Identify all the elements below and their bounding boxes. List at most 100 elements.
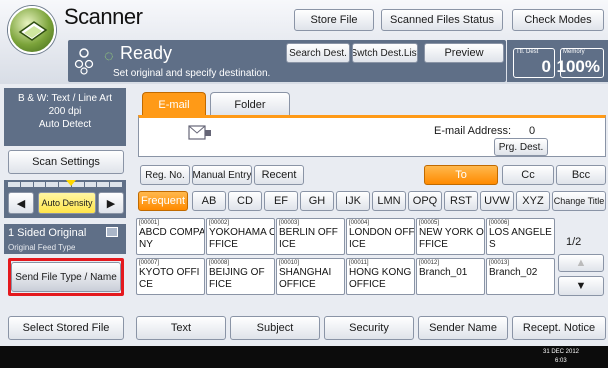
recent-button[interactable]: Recent (254, 165, 304, 185)
destination-name: LOS ANGELE (489, 227, 552, 238)
destination-name: LONDON OFF (349, 227, 415, 238)
to-button[interactable]: To (424, 165, 498, 185)
scan-mode-text: B & W: Text / Line Art (17, 93, 113, 104)
size-text: Auto Detect (38, 119, 92, 130)
destination-name-cont: S (489, 239, 496, 250)
original-type-panel[interactable]: 1 Sided Original Original Feed Type (4, 224, 126, 254)
index-tab-rst[interactable]: RST (444, 191, 478, 211)
index-tab-opq[interactable]: OPQ (408, 191, 442, 211)
destination-key[interactable]: [00004] LONDON OFF ICE (346, 218, 415, 255)
destination-key[interactable]: [00006] LOS ANGELE S (486, 218, 555, 255)
scan-settings-button[interactable]: Scan Settings (8, 150, 124, 174)
destination-name-cont: OFFICE (279, 279, 316, 290)
index-tab-cd[interactable]: CD (228, 191, 262, 211)
cc-button[interactable]: Cc (502, 165, 554, 185)
destination-name: BERLIN OFF (279, 227, 338, 238)
app-title: Scanner (64, 4, 143, 29)
index-tab-xyz[interactable]: XYZ (516, 191, 550, 211)
bottom-tab-subject[interactable]: Subject (230, 316, 320, 340)
email-address-count: 0 (529, 125, 536, 137)
scanned-files-status-button[interactable]: Scanned Files Status (381, 9, 503, 31)
memory-indicator: Memory 100% (556, 48, 604, 78)
email-icon (188, 125, 211, 140)
bottom-tab-sender-name[interactable]: Sender Name (418, 316, 508, 340)
destination-number: [00007] (139, 260, 160, 266)
ready-status: Ready (120, 43, 173, 63)
search-dest-button[interactable]: Search Dest. (286, 43, 350, 63)
program-dest-button[interactable]: Prg. Dest. (494, 138, 548, 156)
index-tab-ijk[interactable]: IJK (336, 191, 370, 211)
resolution-text: 200 dpi (48, 106, 82, 117)
sided-original-label: 1 Sided Original (8, 227, 87, 239)
bottom-tab-security[interactable]: Security (324, 316, 414, 340)
tab-folder[interactable]: Folder (210, 92, 290, 116)
system-footer (0, 346, 608, 368)
preview-button[interactable]: Preview (424, 43, 504, 63)
email-address-label: E-mail Address: (434, 125, 512, 137)
date-display: 31 DEC 2012 (543, 349, 580, 355)
tab-email[interactable]: E-mail (142, 92, 206, 116)
destination-key[interactable]: [00001] ABCD COMPA NY (136, 218, 205, 255)
ttl-dest-label: Ttl. Dest (516, 49, 539, 55)
destination-number: [00010] (279, 260, 300, 266)
bottom-tab-text[interactable]: Text (136, 316, 226, 340)
ready-indicator-icon: ◌ (104, 48, 114, 65)
index-tab-ab[interactable]: AB (192, 191, 226, 211)
destination-number: [00004] (349, 220, 370, 226)
auto-density-button[interactable]: Auto Density (38, 192, 96, 214)
destination-number: [00005] (419, 220, 440, 226)
destination-name-cont: ICE (349, 239, 366, 250)
page-icon (106, 227, 118, 237)
index-tab-frequent[interactable]: Frequent (138, 191, 188, 211)
destination-name-cont: FFICE (209, 239, 238, 250)
index-tab-ef[interactable]: EF (264, 191, 298, 211)
memory-value: 100% (556, 57, 600, 76)
destination-name: ABCD COMPA (139, 227, 205, 238)
arrow-up-icon: ▲ (575, 257, 587, 269)
destination-key[interactable]: [00010] SHANGHAI OFFICE (276, 258, 345, 295)
index-tab-lmn[interactable]: LMN (372, 191, 406, 211)
destination-name-cont: NY (139, 239, 153, 250)
destination-name: Branch_02 (489, 267, 538, 278)
switch-dest-list-button[interactable]: Swtch Dest.List (352, 43, 418, 63)
destination-name-cont: FICE (209, 279, 232, 290)
density-darker-button[interactable]: ▶ (98, 192, 124, 214)
bottom-tab-recept-notice[interactable]: Recept. Notice (512, 316, 606, 340)
destination-key[interactable]: [00002] YOKOHAMA O FFICE (206, 218, 275, 255)
page-down-button[interactable]: ▼ (558, 276, 604, 296)
select-stored-file-button[interactable]: Select Stored File (8, 316, 124, 340)
density-lighter-button[interactable]: ◀ (8, 192, 34, 214)
scanner-icon (8, 6, 56, 54)
destination-number: [00002] (209, 220, 230, 226)
destination-number: [00008] (209, 260, 230, 266)
store-file-button[interactable]: Store File (294, 9, 374, 31)
destination-key[interactable]: [00003] BERLIN OFF ICE (276, 218, 345, 255)
send-file-type-name-button[interactable]: Send File Type / Name (11, 262, 121, 292)
manual-entry-button[interactable]: Manual Entry (192, 165, 252, 185)
density-marker-icon (66, 180, 76, 186)
destination-name-cont: OFFICE (349, 279, 386, 290)
destination-name-cont: ICE (279, 239, 296, 250)
index-tab-uvw[interactable]: UVW (480, 191, 514, 211)
reg-no-button[interactable]: Reg. No. (140, 165, 190, 185)
destination-key[interactable]: [00012] Branch_01 (416, 258, 485, 295)
page-up-button[interactable]: ▲ (558, 254, 604, 272)
feed-type-label: Original Feed Type (8, 243, 76, 252)
destination-key[interactable]: [00008] BEIJING OF FICE (206, 258, 275, 295)
destination-key[interactable]: [00005] NEW YORK O FFICE (416, 218, 485, 255)
density-scale (8, 182, 123, 190)
destination-key[interactable]: [00007] KYOTO OFFI CE (136, 258, 205, 295)
destination-key[interactable]: [00013] Branch_02 (486, 258, 555, 295)
check-modes-button[interactable]: Check Modes (512, 9, 604, 31)
arrow-left-icon: ◀ (16, 197, 26, 210)
destination-number: [00012] (419, 260, 440, 266)
page-indicator: 1/2 (566, 236, 582, 248)
bcc-button[interactable]: Bcc (556, 165, 606, 185)
index-tab-gh[interactable]: GH (300, 191, 334, 211)
time-display: 6:03 (555, 358, 567, 364)
change-title-button[interactable]: Change Title (552, 191, 606, 211)
arrow-right-icon: ▶ (106, 197, 116, 210)
destination-name-cont: FFICE (419, 239, 448, 250)
total-destinations-indicator: Ttl. Dest 0 (513, 48, 555, 78)
destination-key[interactable]: [00011] HONG KONG OFFICE (346, 258, 415, 295)
